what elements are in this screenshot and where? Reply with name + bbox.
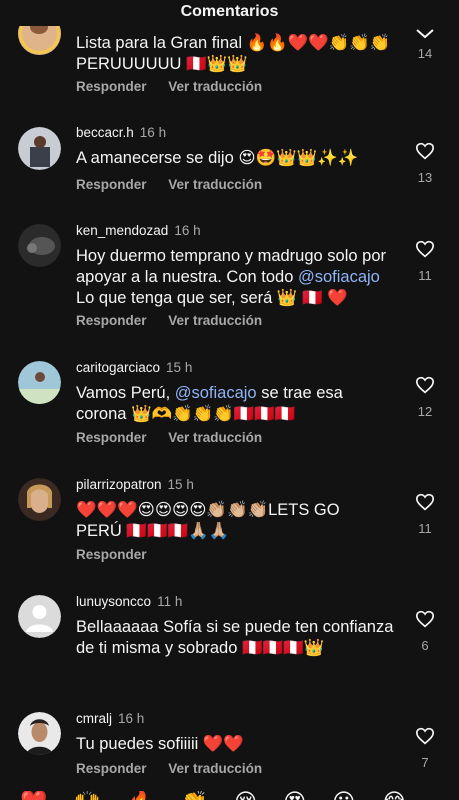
- avatar[interactable]: [18, 478, 61, 521]
- comment-actions: Responder Ver traducción: [76, 313, 280, 328]
- timestamp: 16 h: [118, 711, 145, 726]
- like-count: 13: [417, 170, 433, 185]
- comment-text: Vamos Perú, @sofiacajo se trae esa coron…: [76, 384, 343, 423]
- comment-meta: lunuysoncco 11 h: [76, 594, 182, 609]
- like-count: 14: [417, 46, 433, 61]
- chevron-heart-icon: [416, 29, 434, 39]
- comment-text: A amanecerse se dijo 😍🤩👑👑✨✨: [76, 149, 359, 167]
- avatar[interactable]: [18, 361, 61, 404]
- comment-actions: Responder Ver traducción: [76, 79, 280, 94]
- reply-button[interactable]: Responder: [76, 313, 147, 328]
- comment-text: Bellaaaaaa Sofía si se puede ten confian…: [76, 618, 394, 657]
- username[interactable]: lunuysoncco: [76, 594, 151, 609]
- avatar[interactable]: [18, 127, 61, 170]
- heart-icon: [415, 142, 435, 160]
- timestamp: 15 h: [166, 360, 193, 375]
- comment-actions: Responder Ver traducción: [76, 177, 280, 192]
- translate-button[interactable]: Ver traducción: [168, 313, 262, 328]
- emoji-option[interactable]: 😮: [332, 791, 355, 800]
- like-button[interactable]: 14: [413, 28, 437, 61]
- like-count: 12: [417, 404, 433, 419]
- like-count: 11: [418, 521, 432, 536]
- comment-text: Hoy duermo temprano y madrugo solo por a…: [76, 247, 386, 307]
- reply-button[interactable]: Responder: [76, 761, 147, 776]
- mention-link[interactable]: @sofiacajo: [298, 268, 380, 286]
- like-button[interactable]: 11: [413, 493, 437, 536]
- comment-actions: Responder Ver traducción: [76, 430, 280, 445]
- comment-meta: pilarrizopatron 15 h: [76, 477, 194, 492]
- comment-text: Tu puedes sofiiiii ❤️❤️: [76, 735, 244, 753]
- translate-button[interactable]: Ver traducción: [168, 177, 262, 192]
- comment-meta: beccacr.h 16 h: [76, 125, 166, 140]
- like-button[interactable]: 6: [413, 610, 437, 653]
- heart-icon: [415, 493, 435, 511]
- translate-button[interactable]: Ver traducción: [168, 79, 262, 94]
- heart-icon: [415, 240, 435, 258]
- heart-icon: [415, 376, 435, 394]
- comment-actions: Responder Ver traducción: [76, 761, 280, 776]
- translate-button[interactable]: Ver traducción: [168, 430, 262, 445]
- mention-link[interactable]: @sofiacajo: [175, 384, 257, 402]
- like-count: 11: [418, 268, 432, 283]
- comment-meta: caritogarciaco 15 h: [76, 360, 192, 375]
- reply-button[interactable]: Responder: [76, 177, 147, 192]
- timestamp: 16 h: [174, 223, 201, 238]
- reply-button[interactable]: Responder: [76, 430, 147, 445]
- emoji-option[interactable]: 🙌: [74, 791, 101, 800]
- like-button[interactable]: 12: [413, 376, 437, 419]
- comment-meta: cmralj 16 h: [76, 711, 144, 726]
- like-button[interactable]: 11: [413, 240, 437, 283]
- username[interactable]: cmralj: [76, 711, 112, 726]
- comment-actions: Responder: [76, 547, 165, 562]
- reply-button[interactable]: Responder: [76, 79, 147, 94]
- emoji-option[interactable]: 😍: [283, 791, 306, 800]
- emoji-option[interactable]: 😢: [234, 791, 257, 800]
- timestamp: 16 h: [139, 125, 167, 140]
- avatar[interactable]: [18, 224, 61, 267]
- timestamp: 15 h: [167, 477, 194, 492]
- username[interactable]: pilarrizopatron: [76, 477, 162, 492]
- translate-button[interactable]: Ver traducción: [168, 761, 262, 776]
- header-bar: Comentarios: [0, 0, 459, 26]
- comment-meta: ken_mendozad 16 h: [76, 223, 201, 238]
- emoji-option[interactable]: 👏: [181, 791, 208, 800]
- timestamp: 11 h: [157, 594, 183, 609]
- emoji-reaction-bar: ❤️ 🙌 🔥 👏 😢 😍 😮 😂: [0, 791, 459, 800]
- page-title: Comentarios: [180, 3, 279, 20]
- avatar[interactable]: [18, 595, 61, 638]
- emoji-option[interactable]: ❤️: [20, 791, 47, 800]
- username[interactable]: ken_mendozad: [76, 223, 168, 238]
- emoji-option[interactable]: 🔥: [127, 791, 154, 800]
- like-button[interactable]: 7: [413, 727, 437, 770]
- heart-icon: [415, 610, 435, 628]
- avatar[interactable]: [18, 712, 61, 755]
- emoji-option[interactable]: 😂: [381, 791, 407, 800]
- like-count: 6: [421, 638, 429, 653]
- comment-text: ❤️❤️❤️😍😍😍😍👏🏼👏🏼👏🏼LETS GO PERÚ 🇵🇪🇵🇪🇵🇪🙏🏼🙏🏼: [76, 501, 340, 540]
- like-button[interactable]: 13: [413, 142, 437, 185]
- heart-icon: [415, 727, 435, 745]
- reply-button[interactable]: Responder: [76, 547, 147, 562]
- username[interactable]: caritogarciaco: [76, 360, 160, 375]
- comment-text: Lista para la Gran final 🔥🔥❤️❤️👏👏👏 PERUU…: [76, 34, 391, 73]
- username[interactable]: beccacr.h: [76, 125, 134, 140]
- like-count: 7: [421, 755, 429, 770]
